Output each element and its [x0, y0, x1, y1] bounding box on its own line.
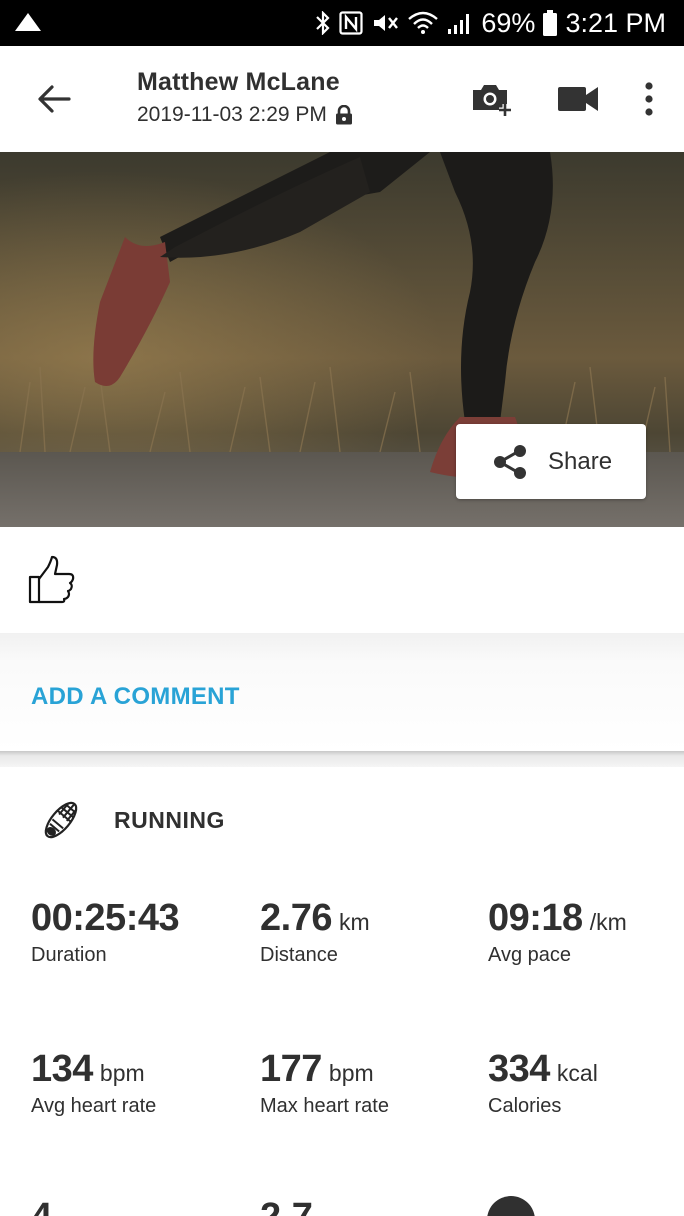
stat-avg-pace: 09:18 /km Avg pace: [488, 897, 678, 967]
section-divider: [0, 751, 684, 767]
battery-percent: 69%: [481, 7, 536, 38]
stat-distance: 2.76 km Distance: [260, 897, 480, 967]
like-button[interactable]: [26, 555, 80, 609]
workout-cover-photo: Share: [0, 152, 684, 527]
stat-calories: 334 kcal Calories: [488, 1048, 678, 1118]
stat-value: 177: [260, 1048, 322, 1090]
workout-datetime-row: 2019-11-03 2:29 PM: [137, 103, 353, 127]
comments-section: ADD A COMMENT: [0, 633, 684, 751]
back-arrow-icon: [38, 85, 71, 113]
stat-unit: kcal: [556, 1060, 598, 1086]
activity-type: RUNNING: [114, 807, 225, 833]
share-icon: [494, 444, 526, 479]
nfc-icon: [339, 11, 363, 35]
title-block: Matthew McLane 2019-11-03 2:29 PM: [137, 68, 353, 127]
stat-value: 2.76: [260, 897, 332, 939]
stat-value: 09:18: [488, 897, 583, 939]
notification-triangle-icon: [15, 13, 41, 31]
stat-unit: km: [338, 909, 370, 935]
stat-avg-heart-rate: 134 bpm Avg heart rate: [31, 1048, 251, 1118]
running-shoe-icon: [44, 801, 78, 839]
stat-max-heart-rate: 177 bpm Max heart rate: [260, 1048, 480, 1118]
stat-unit: /km: [589, 909, 627, 935]
app-bar: Matthew McLane 2019-11-03 2:29 PM: [0, 46, 684, 152]
feeling-icon: [487, 1196, 535, 1216]
video-button[interactable]: [548, 74, 608, 124]
reaction-row: [0, 527, 684, 633]
stat-label: Calories: [488, 1095, 562, 1117]
app-bar-actions: [436, 74, 664, 124]
share-label: Share: [548, 447, 613, 475]
stat-label: Avg pace: [488, 944, 572, 966]
user-name: Matthew McLane: [137, 68, 340, 96]
thumbs-up-icon: [28, 555, 75, 604]
stat-unit: bpm: [99, 1060, 145, 1086]
stat-duration: 00:25:43 Duration: [31, 897, 251, 967]
workout-datetime: 2019-11-03 2:29 PM: [137, 103, 327, 126]
activity-header: RUNNING: [0, 767, 684, 867]
back-button[interactable]: [26, 74, 82, 124]
stat-value: 134: [31, 1048, 93, 1090]
add-photo-button[interactable]: [462, 74, 522, 124]
wifi-icon: [408, 11, 439, 34]
signal-icon: [448, 14, 470, 34]
vibrate-mute-icon: [374, 15, 399, 31]
status-bar: 69% 3:21 PM: [0, 0, 684, 46]
stat-label: Max heart rate: [260, 1095, 389, 1117]
lock-icon: [335, 105, 352, 125]
stat-unit: bpm: [328, 1060, 374, 1086]
status-time: 3:21 PM: [565, 7, 666, 38]
stat-value: 334: [488, 1048, 550, 1090]
more-options-icon: [645, 82, 653, 116]
stat-partial-value: 4: [31, 1196, 52, 1216]
stat-label: Avg heart rate: [31, 1095, 157, 1117]
add-comment-button[interactable]: ADD A COMMENT: [31, 683, 240, 711]
video-icon: [558, 87, 598, 111]
stat-label: Duration: [31, 944, 107, 966]
more-options-button[interactable]: [634, 74, 664, 124]
add-photo-icon: [473, 85, 511, 116]
battery-icon: [543, 10, 558, 36]
stat-value: 00:25:43: [31, 897, 180, 939]
stat-partial-value: 2.7: [260, 1196, 313, 1216]
bluetooth-icon: [316, 11, 330, 35]
share-button[interactable]: Share: [456, 424, 646, 499]
stat-label: Distance: [260, 944, 338, 966]
